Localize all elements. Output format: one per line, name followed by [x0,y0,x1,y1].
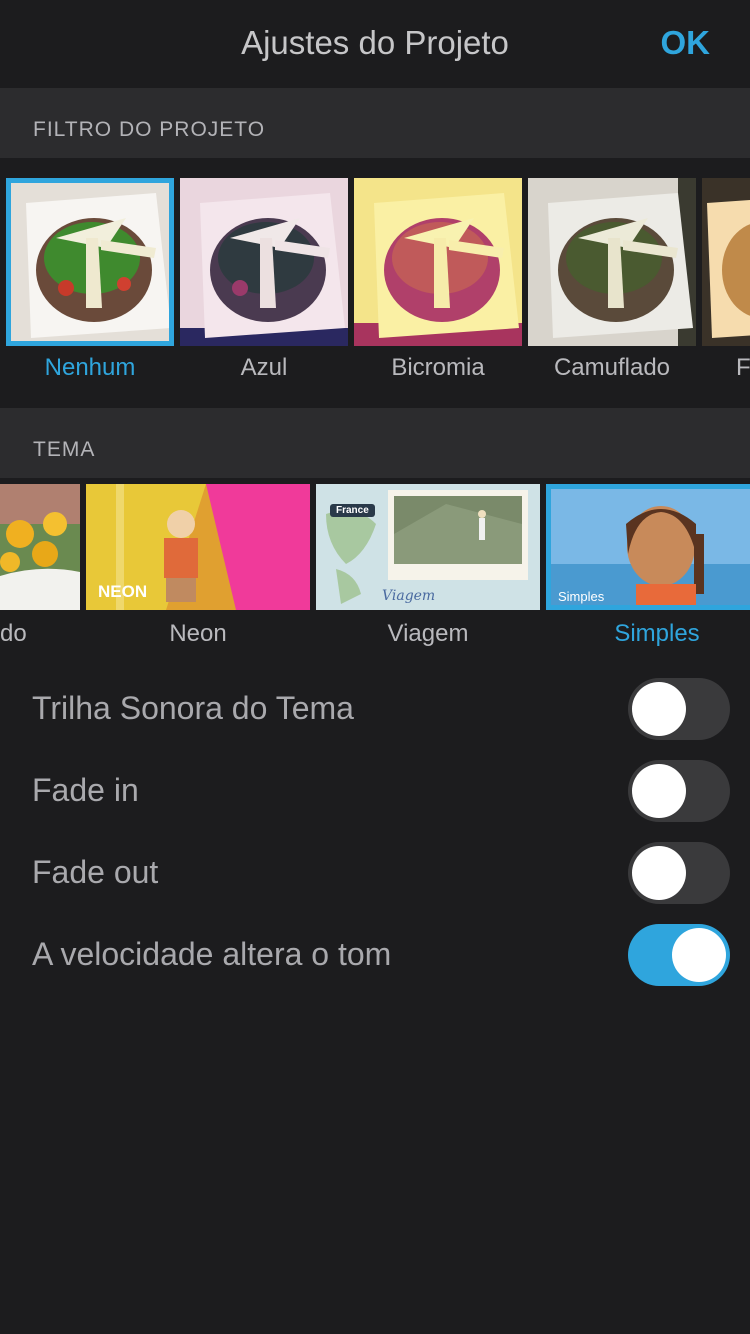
theme-thumb-neon[interactable]: NEON [86,484,310,610]
toggle-knob [632,764,686,818]
filter-label-azul: Azul [240,354,288,381]
filter-thumb-nenhum[interactable] [6,178,174,346]
theme-section-title: TEMA [33,438,96,461]
filter-section-title: FILTRO DO PROJETO [33,118,266,141]
toggle-knob [632,682,686,736]
toggle-trilha-sonora[interactable] [628,678,730,740]
simples-badge: Simples [558,589,605,604]
theme-thumb-simples[interactable]: Simples [546,484,750,610]
setting-label-fade-out: Fade out [32,854,159,890]
filter-thumb-bicromia[interactable] [354,178,522,346]
toggle-fade-out[interactable] [628,842,730,904]
filter-section-header: FILTRO DO PROJETO [0,88,750,158]
filter-thumb-azul[interactable] [180,178,348,346]
salad-photo-icon [354,178,522,346]
theme-label-partial: do [0,620,27,647]
setting-label-fade-in: Fade in [32,772,139,808]
setting-label-trilha: Trilha Sonora do Tema [32,690,354,726]
toggle-knob [632,846,686,900]
france-badge: France [330,504,375,517]
salad-photo-icon [180,178,348,346]
filter-thumb-f[interactable] [702,178,750,346]
salad-photo-icon [6,178,174,346]
theme-label-viagem: Viagem [387,620,469,647]
nav-bar: Ajustes do Projeto OK [0,0,750,88]
filter-label-bicromia: Bicromia [391,354,485,381]
viagem-script: Viagem [382,588,436,604]
setting-row-velocidade: A velocidade altera o tom [0,916,750,998]
theme-section-header: TEMA [0,408,750,478]
setting-row-fade-out: Fade out [0,834,750,916]
filter-thumb-camuflado[interactable] [528,178,696,346]
filter-label-nenhum: Nenhum [44,354,136,381]
theme-thumb-partial[interactable] [0,484,80,610]
salad-photo-icon [702,178,750,346]
page-title: Ajustes do Projeto [241,24,509,61]
toggle-fade-in[interactable] [628,760,730,822]
sunflower-photo-icon [0,484,80,610]
setting-row-trilha: Trilha Sonora do Tema [0,670,750,752]
filter-strip[interactable]: Nenhum Azul Bicromia Camuflado F [0,158,750,408]
toggle-knob [672,928,726,982]
ok-button[interactable]: OK [661,24,711,62]
theme-label-simples: Simples [614,620,700,647]
neon-badge: NEON [98,582,148,601]
filter-label-camuflado: Camuflado [553,354,671,381]
filter-label-f: F [736,354,750,381]
setting-row-fade-in: Fade in [0,752,750,834]
theme-thumb-viagem[interactable]: France Viagem [316,484,540,610]
toggle-velocidade-tom[interactable] [628,924,730,986]
setting-label-velocidade: A velocidade altera o tom [32,936,392,972]
theme-strip[interactable]: do NEON Neon France Viagem Viagem Simple… [0,478,750,668]
theme-label-neon: Neon [169,620,227,647]
salad-photo-icon [528,178,696,346]
